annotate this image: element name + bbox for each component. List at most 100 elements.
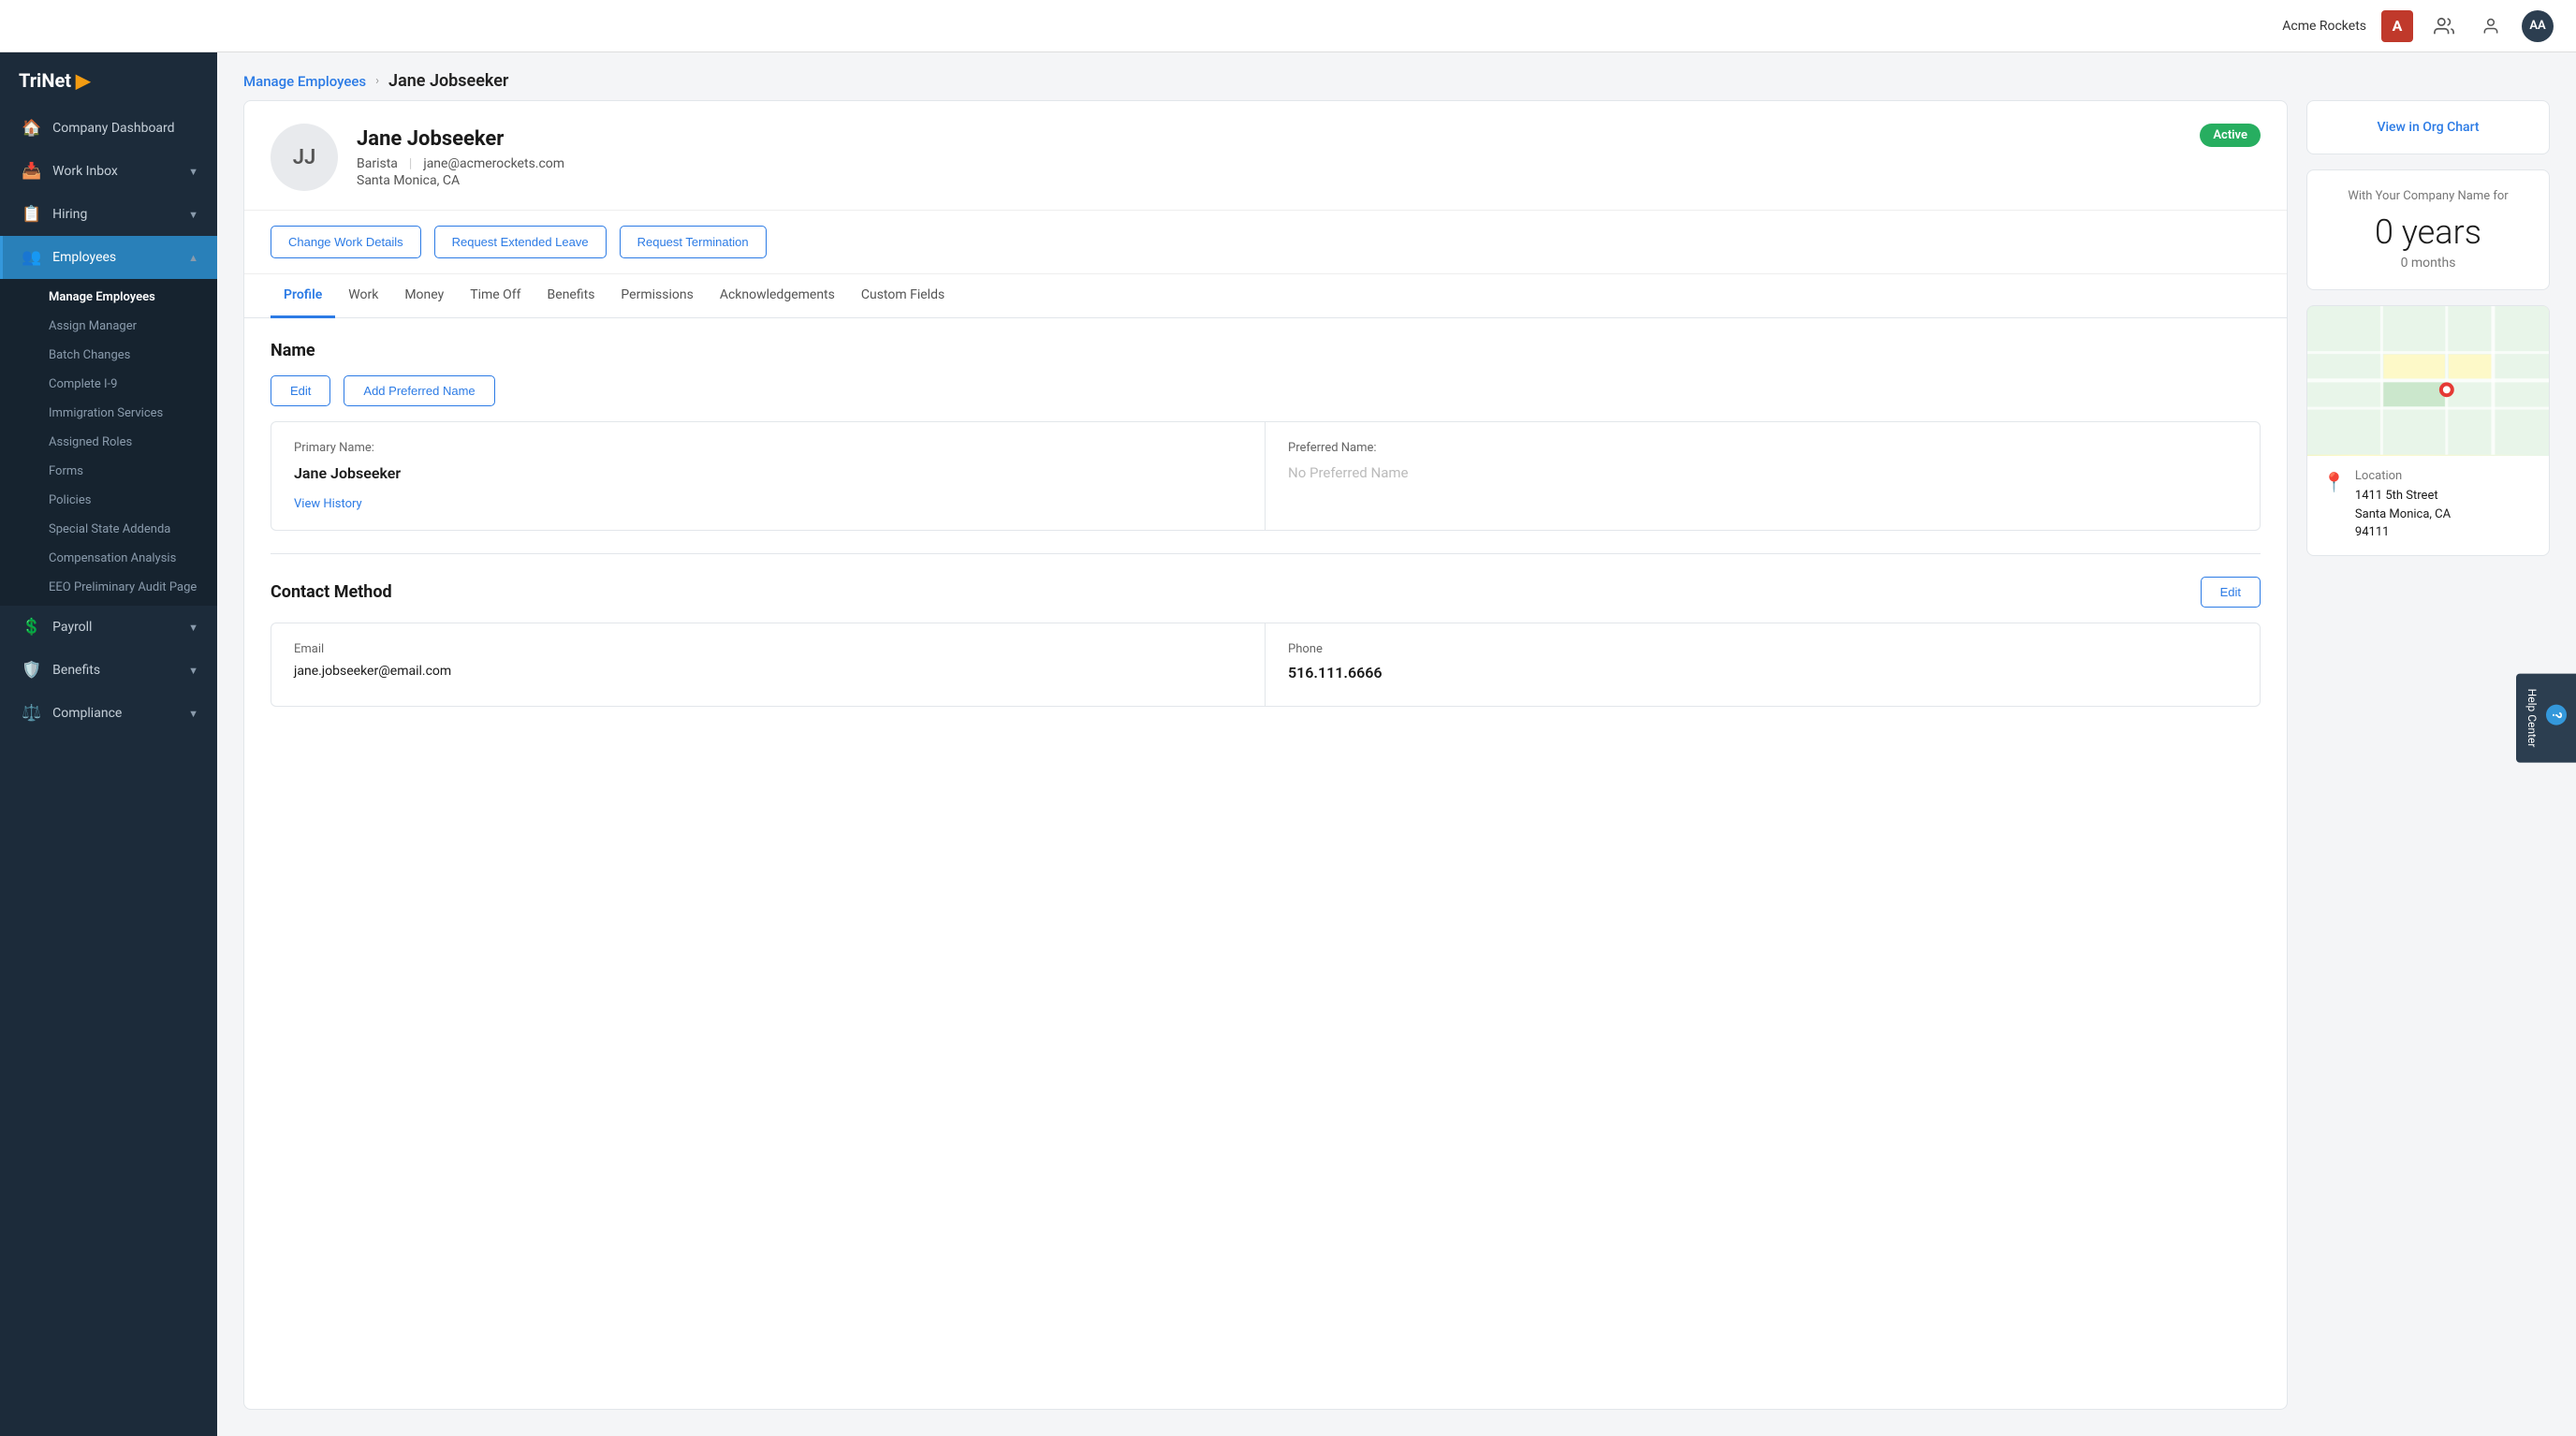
sidebar-item-label: Benefits — [52, 663, 100, 678]
add-preferred-name-button[interactable]: Add Preferred Name — [344, 375, 494, 406]
tab-custom-fields[interactable]: Custom Fields — [848, 274, 958, 318]
employee-header: JJ Jane Jobseeker Barista | jane@acmeroc… — [244, 101, 2287, 211]
contact-grid: Email jane.jobseeker@email.com Phone 516… — [271, 623, 2261, 707]
sidebar-item-compliance[interactable]: ⚖️ Compliance ▼ — [0, 692, 217, 735]
email-cell: Email jane.jobseeker@email.com — [271, 623, 1266, 706]
benefits-icon: 🛡️ — [22, 661, 41, 680]
name-edit-button[interactable]: Edit — [271, 375, 330, 406]
tenure-months: 0 months — [2326, 256, 2530, 271]
employee-title: Barista — [357, 156, 398, 171]
employee-avatar: JJ — [271, 124, 338, 191]
request-extended-leave-button[interactable]: Request Extended Leave — [434, 226, 607, 258]
name-section-header: Name — [271, 341, 2261, 360]
submenu-manage-employees[interactable]: Manage Employees — [0, 283, 217, 312]
employee-name: Jane Jobseeker — [357, 127, 2181, 151]
submenu-policies[interactable]: Policies — [0, 486, 217, 515]
tab-profile[interactable]: Profile — [271, 274, 335, 318]
name-section-title: Name — [271, 341, 315, 360]
phone-label: Phone — [1288, 642, 2237, 656]
chevron-down-icon: ▼ — [188, 622, 198, 634]
location-pin-icon: 📍 — [2322, 471, 2346, 493]
sidebar-item-benefits[interactable]: 🛡️ Benefits ▼ — [0, 649, 217, 692]
breadcrumb-parent[interactable]: Manage Employees — [243, 73, 366, 90]
submenu-assign-manager[interactable]: Assign Manager — [0, 312, 217, 341]
email-label: Email — [294, 642, 1242, 656]
company-logo: A — [2381, 10, 2413, 42]
view-history-link[interactable]: View History — [294, 497, 362, 511]
name-grid: Primary Name: Jane Jobseeker View Histor… — [271, 421, 2261, 531]
request-termination-button[interactable]: Request Termination — [620, 226, 767, 258]
chevron-down-icon: ▼ — [188, 209, 198, 221]
tab-permissions[interactable]: Permissions — [607, 274, 706, 318]
user-avatar[interactable]: AA — [2522, 10, 2554, 42]
team-icon[interactable] — [2428, 10, 2460, 42]
email-value: jane.jobseeker@email.com — [294, 664, 1242, 679]
submenu-complete-i9[interactable]: Complete I-9 — [0, 370, 217, 399]
submenu-eeo-audit[interactable]: EEO Preliminary Audit Page — [0, 573, 217, 602]
submenu-forms[interactable]: Forms — [0, 457, 217, 486]
chevron-down-icon: ▼ — [188, 665, 198, 677]
tab-time-off[interactable]: Time Off — [457, 274, 534, 318]
submenu-assigned-roles[interactable]: Assigned Roles — [0, 428, 217, 457]
contact-section-header: Contact Method Edit — [271, 577, 2261, 608]
right-panel: View in Org Chart With Your Company Name… — [2306, 100, 2550, 1410]
main-card: JJ Jane Jobseeker Barista | jane@acmeroc… — [243, 100, 2288, 1410]
trinet-logo-text: TriNet ▶ — [19, 69, 90, 92]
content-area: Manage Employees › Jane Jobseeker JJ Jan… — [217, 52, 2576, 1436]
sidebar-item-label: Hiring — [52, 207, 87, 222]
sidebar-item-label: Employees — [52, 250, 116, 265]
employees-submenu: Manage Employees Assign Manager Batch Ch… — [0, 279, 217, 606]
sidebar-item-payroll[interactable]: 💲 Payroll ▼ — [0, 606, 217, 649]
sidebar-item-company-dashboard[interactable]: 🏠 Company Dashboard — [0, 107, 217, 150]
location-heading: Location — [2355, 469, 2451, 483]
tab-benefits[interactable]: Benefits — [534, 274, 608, 318]
status-badge: Active — [2200, 124, 2261, 147]
help-center-tab[interactable]: ? Help Center — [2516, 674, 2576, 763]
org-chart-link[interactable]: View in Org Chart — [2307, 101, 2549, 154]
phone-cell: Phone 516.111.6666 — [1266, 623, 2260, 706]
tab-work[interactable]: Work — [335, 274, 391, 318]
payroll-icon: 💲 — [22, 618, 41, 637]
help-center-label: Help Center — [2525, 689, 2539, 748]
submenu-compensation-analysis[interactable]: Compensation Analysis — [0, 544, 217, 573]
phone-value: 516.111.6666 — [1288, 664, 2237, 681]
employees-icon: 👥 — [22, 248, 41, 267]
map-container — [2307, 306, 2549, 456]
sidebar-logo: TriNet ▶ — [0, 52, 217, 107]
employee-meta: Barista | jane@acmerockets.com — [357, 156, 2181, 171]
sidebar-item-label: Payroll — [52, 620, 92, 635]
submenu-special-state-addenda[interactable]: Special State Addenda — [0, 515, 217, 544]
primary-name-cell: Primary Name: Jane Jobseeker View Histor… — [271, 422, 1266, 530]
name-buttons-row: Edit Add Preferred Name — [271, 375, 2261, 406]
sidebar-item-employees[interactable]: 👥 Employees ▲ — [0, 236, 217, 279]
sidebar-item-work-inbox[interactable]: 📥 Work Inbox ▼ — [0, 150, 217, 193]
breadcrumb-separator: › — [375, 74, 379, 88]
tenure-label: With Your Company Name for — [2326, 189, 2530, 203]
chevron-down-icon: ▼ — [188, 166, 198, 178]
submenu-batch-changes[interactable]: Batch Changes — [0, 341, 217, 370]
hiring-icon: 📋 — [22, 205, 41, 224]
breadcrumb-current: Jane Jobseeker — [388, 71, 508, 91]
primary-name-value: Jane Jobseeker — [294, 464, 1242, 482]
contact-section-title: Contact Method — [271, 582, 392, 602]
location-card: 📍 Location 1411 5th Street Santa Monica,… — [2306, 305, 2550, 556]
tab-acknowledgements[interactable]: Acknowledgements — [707, 274, 848, 318]
change-work-details-button[interactable]: Change Work Details — [271, 226, 421, 258]
tab-money[interactable]: Money — [391, 274, 457, 318]
user-icon[interactable] — [2475, 10, 2507, 42]
sidebar-item-hiring[interactable]: 📋 Hiring ▼ — [0, 193, 217, 236]
contact-edit-button[interactable]: Edit — [2201, 577, 2261, 608]
compliance-icon: ⚖️ — [22, 704, 41, 723]
map-background — [2307, 306, 2549, 456]
org-chart-card: View in Org Chart — [2306, 100, 2550, 154]
sidebar: TriNet ▶ 🏠 Company Dashboard 📥 Work Inbo… — [0, 52, 217, 1436]
main-layout: TriNet ▶ 🏠 Company Dashboard 📥 Work Inbo… — [0, 52, 2576, 1436]
submenu-immigration-services[interactable]: Immigration Services — [0, 399, 217, 428]
tenure-card: With Your Company Name for 0 years 0 mon… — [2306, 169, 2550, 290]
tab-content-profile: Name Edit Add Preferred Name Primary Nam… — [244, 318, 2287, 729]
tab-bar: Profile Work Money Time Off Benefits Per… — [244, 274, 2287, 318]
breadcrumb: Manage Employees › Jane Jobseeker — [217, 52, 2576, 100]
tenure-years: 0 years — [2326, 212, 2530, 252]
employee-email: jane@acmerockets.com — [423, 156, 564, 171]
sidebar-item-label: Company Dashboard — [52, 121, 174, 136]
